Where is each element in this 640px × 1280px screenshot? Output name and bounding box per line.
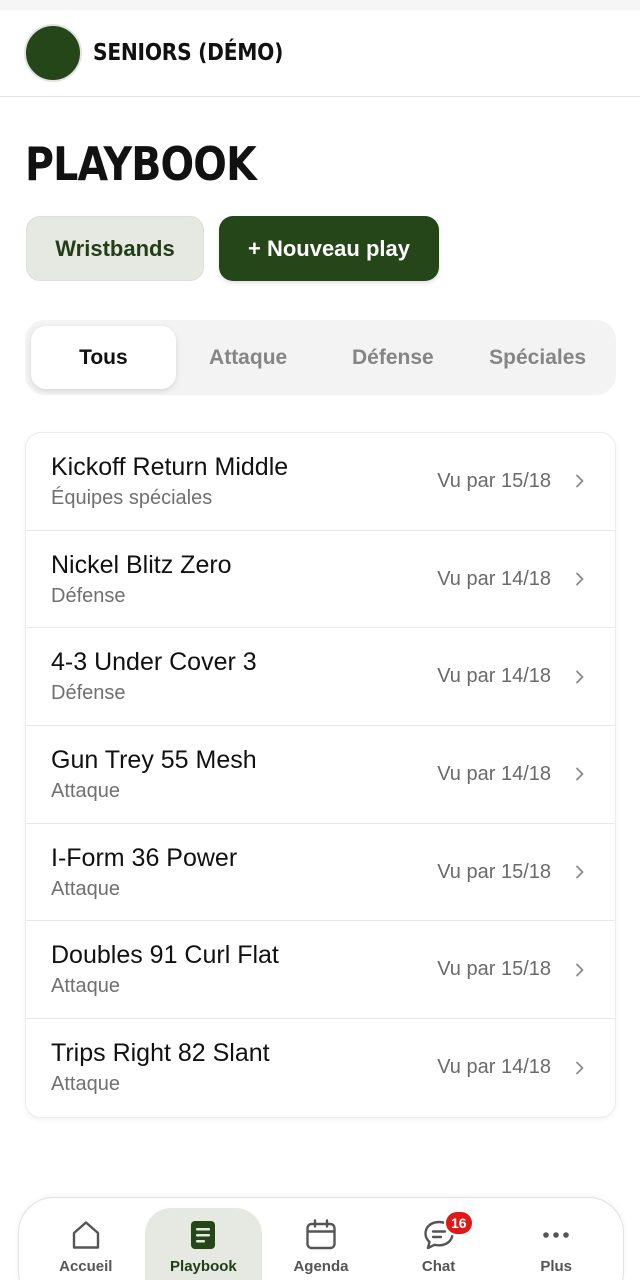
play-category: Attaque [51,779,120,802]
play-text: Gun Trey 55 Mesh Attaque [51,744,437,805]
top-bar: SENIORS (DÉMO) [0,10,640,97]
tab-all[interactable]: Tous [31,326,176,389]
chevron-right-icon [576,963,584,977]
play-name: Kickoff Return Middle [51,452,289,481]
play-name: Doubles 91 Curl Flat [51,941,279,970]
play-views: Vu par 14/18 [437,665,551,688]
nav-item-plus[interactable]: Plus [497,1208,615,1280]
chevron-right-icon [576,474,584,488]
play-views: Vu par 14/18 [437,762,551,785]
chevron-right-icon [576,768,584,781]
play-row[interactable]: 4-3 Under Cover 3 Défense Vu par 14/18 [26,628,615,727]
play-row[interactable]: Gun Trey 55 Mesh Attaque Vu par 14/18 [26,726,615,824]
category-filter-tabs: Tous Attaque Défense Spéciales [25,320,616,395]
chevron-right-icon [576,572,584,586]
play-name: Trips Right 82 Slant [51,1039,270,1068]
play-row[interactable]: Nickel Blitz Zero Défense Vu par 14/18 [26,531,615,629]
nav-label: Chat [421,1258,456,1275]
play-category: Défense [51,682,126,705]
tab-offense[interactable]: Attaque [176,326,321,389]
play-text: I-Form 36 Power Attaque [51,842,437,903]
play-category: Attaque [51,975,120,998]
play-row[interactable]: Doubles 91 Curl Flat Attaque Vu par 15/1… [26,921,615,1020]
home-icon [72,1221,99,1249]
play-name: Nickel Blitz Zero [51,550,232,579]
nav-item-accueil[interactable]: Accueil [27,1208,145,1280]
play-row[interactable]: I-Form 36 Power Attaque Vu par 15/18 [26,824,615,922]
play-list: Kickoff Return Middle Équipes spéciales … [25,432,616,1118]
play-category: Attaque [51,1073,120,1096]
nav-label: Accueil [59,1258,113,1275]
playbook-icon [191,1221,216,1249]
play-text: Trips Right 82 Slant Attaque [51,1037,437,1098]
new-play-button[interactable]: + Nouveau play [219,216,439,281]
status-bar [0,0,640,10]
play-text: 4-3 Under Cover 3 Défense [51,646,437,707]
chevron-right-icon [576,1061,584,1075]
play-text: Nickel Blitz Zero Défense [51,549,437,610]
tab-special[interactable]: Spéciales [465,326,610,389]
play-views: Vu par 14/18 [437,1056,551,1079]
play-views: Vu par 15/18 [437,860,551,883]
nav-label: Plus [540,1258,573,1275]
play-row[interactable]: Trips Right 82 Slant Attaque Vu par 14/1… [26,1019,615,1117]
page-title: PLAYBOOK [25,137,257,191]
chat-unread-badge: 16 [443,1210,474,1236]
nav-item-agenda[interactable]: Agenda [262,1208,380,1280]
nav-label: Agenda [293,1258,349,1275]
play-category: Défense [51,584,126,607]
nav-item-chat[interactable]: 16 Chat [380,1208,498,1280]
play-text: Doubles 91 Curl Flat Attaque [51,939,437,1000]
team-avatar[interactable] [24,24,82,82]
nav-label: Playbook [170,1258,237,1275]
play-views: Vu par 15/18 [437,958,551,981]
calendar-icon [306,1219,336,1250]
team-name[interactable]: SENIORS (DÉMO) [93,40,283,66]
play-views: Vu par 14/18 [437,567,551,590]
play-category: Attaque [51,877,120,900]
nav-item-playbook[interactable]: Playbook [144,1208,263,1280]
play-name: 4-3 Under Cover 3 [51,648,257,677]
play-name: Gun Trey 55 Mesh [51,745,257,774]
play-category: Équipes spéciales [51,486,213,509]
play-views: Vu par 15/18 [437,469,551,492]
chevron-right-icon [576,865,584,879]
bottom-nav: Accueil Playbook Agenda 16 Chat Plus [18,1197,624,1280]
play-name: I-Form 36 Power [51,843,238,872]
tab-defense[interactable]: Défense [321,326,466,389]
wristbands-button[interactable]: Wristbands [26,216,204,281]
play-row[interactable]: Kickoff Return Middle Équipes spéciales … [26,433,615,531]
chevron-right-icon [576,670,584,684]
play-text: Kickoff Return Middle Équipes spéciales [51,451,437,512]
more-icon [543,1232,569,1238]
